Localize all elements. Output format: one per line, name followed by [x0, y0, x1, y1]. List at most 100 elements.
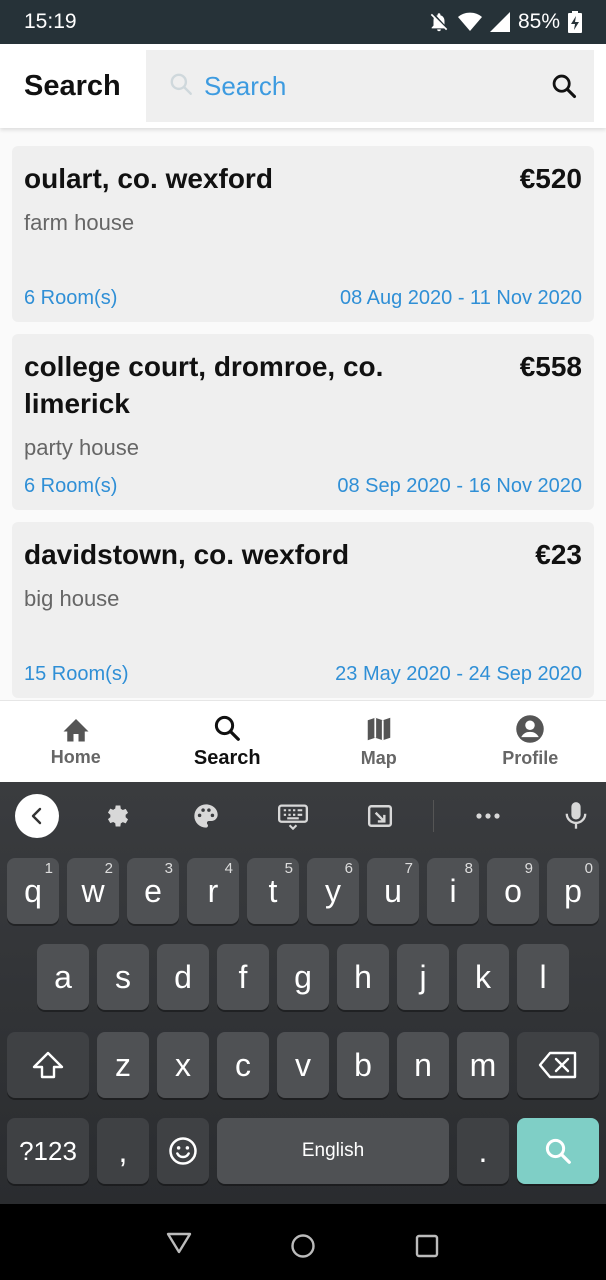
nav-map-label: Map	[360, 748, 397, 768]
toolbar-divider	[433, 800, 434, 832]
settings-button[interactable]	[96, 794, 140, 838]
nav-map[interactable]: Map	[303, 701, 455, 782]
search-hint-icon	[168, 71, 194, 102]
listing-dates: 08 Sep 2020 - 16 Nov 2020	[337, 475, 582, 497]
listing-location: college court, dromroe, co. limerick	[24, 351, 384, 419]
key-p[interactable]: p0	[547, 858, 599, 924]
nav-profile-label: Profile	[502, 748, 559, 768]
more-options-button[interactable]	[466, 794, 510, 838]
status-time: 15:19	[24, 10, 77, 33]
keyboard-collapse-button[interactable]	[15, 794, 59, 838]
notifications-off-icon	[428, 11, 450, 33]
battery-label: 85%	[517, 10, 560, 33]
status-icons: 85%	[428, 10, 582, 34]
key-g[interactable]: g	[277, 944, 329, 1010]
shift-key[interactable]	[7, 1032, 89, 1098]
app-screen: Search oulart, co. wexford €520 farm hou…	[0, 44, 606, 782]
page-title: Search	[24, 69, 121, 102]
system-nav-bar	[0, 1204, 606, 1280]
key-k[interactable]: k	[457, 944, 509, 1010]
space-key[interactable]: English	[217, 1118, 449, 1184]
voice-input-button[interactable]	[554, 794, 598, 838]
backspace-key[interactable]	[517, 1032, 599, 1098]
back-triangle-icon[interactable]	[166, 1232, 192, 1254]
home-icon	[63, 719, 89, 742]
key-e[interactable]: e3	[127, 858, 179, 924]
key-i[interactable]: i8	[427, 858, 479, 924]
listing-dates: 08 Aug 2020 - 11 Nov 2020	[339, 287, 582, 309]
listing-price: €520	[519, 163, 582, 194]
search-icon	[215, 715, 241, 741]
comma-key[interactable]: ,	[97, 1118, 149, 1184]
key-j[interactable]: j	[397, 944, 449, 1010]
profile-icon	[516, 715, 544, 743]
key-o[interactable]: o9	[487, 858, 539, 924]
key-t[interactable]: t5	[247, 858, 299, 924]
listing-rooms: 15 Room(s)	[24, 663, 129, 685]
emoji-key[interactable]	[157, 1118, 209, 1184]
key-u[interactable]: u7	[367, 858, 419, 924]
key-b[interactable]: b	[337, 1032, 389, 1098]
listing-type: farm house	[24, 210, 135, 235]
battery-charging-icon	[568, 11, 582, 33]
key-d[interactable]: d	[157, 944, 209, 1010]
theme-button[interactable]	[184, 794, 228, 838]
symbols-key[interactable]: ?123	[7, 1118, 89, 1184]
listing-type: party house	[24, 435, 139, 460]
key-h[interactable]: h	[337, 944, 389, 1010]
key-z[interactable]: z	[97, 1032, 149, 1098]
key-a[interactable]: a	[37, 944, 89, 1010]
key-c[interactable]: c	[217, 1032, 269, 1098]
soft-keyboard: q1 w2 e3 r4 t5 y6 u7 i8 o9 p0 a s d f g …	[0, 782, 606, 1204]
floating-keyboard-button[interactable]	[358, 794, 402, 838]
palette-icon	[194, 804, 218, 828]
nav-search-label: Search	[193, 747, 261, 769]
key-w[interactable]: w2	[67, 858, 119, 924]
search-input[interactable]	[204, 70, 534, 102]
keyboard-layout-button[interactable]	[271, 794, 315, 838]
bottom-nav: Home Search Map Profile	[0, 700, 606, 782]
period-key[interactable]: .	[457, 1118, 509, 1184]
listing-price: €558	[519, 351, 582, 382]
signal-icon	[489, 12, 510, 32]
key-q[interactable]: q1	[7, 858, 59, 924]
more-horizontal-icon	[476, 813, 500, 819]
listing-rooms: 6 Room(s)	[24, 287, 118, 309]
key-l[interactable]: l	[517, 944, 569, 1010]
listing-card[interactable]: oulart, co. wexford €520 farm house 6 Ro…	[12, 146, 594, 322]
microphone-icon	[565, 802, 587, 829]
listing-location: oulart, co. wexford	[24, 163, 273, 194]
listing-card[interactable]: davidstown, co. wexford €23 big house 15…	[12, 522, 594, 698]
resize-icon	[367, 805, 393, 827]
key-m[interactable]: m	[457, 1032, 509, 1098]
wifi-icon	[457, 12, 482, 32]
key-n[interactable]: n	[397, 1032, 449, 1098]
home-circle-icon[interactable]	[290, 1233, 316, 1259]
map-icon	[367, 717, 390, 741]
status-bar: 15:19 85%	[0, 0, 606, 44]
key-v[interactable]: v	[277, 1032, 329, 1098]
keyboard-icon	[278, 804, 308, 830]
nav-search[interactable]: Search	[152, 701, 304, 782]
key-y[interactable]: y6	[307, 858, 359, 924]
key-x[interactable]: x	[157, 1032, 209, 1098]
gear-icon	[107, 805, 129, 827]
emoji-icon	[169, 1137, 197, 1165]
nav-profile[interactable]: Profile	[455, 701, 606, 782]
search-box[interactable]	[146, 50, 594, 122]
search-icon	[545, 1138, 571, 1164]
backspace-icon	[538, 1051, 577, 1079]
key-f[interactable]: f	[217, 944, 269, 1010]
listing-location: davidstown, co. wexford	[24, 539, 350, 570]
nav-home[interactable]: Home	[0, 701, 152, 782]
search-action-key[interactable]	[517, 1118, 599, 1184]
key-r[interactable]: r4	[187, 858, 239, 924]
listing-type: big house	[24, 586, 120, 611]
listing-card[interactable]: college court, dromroe, co. limerick €55…	[12, 334, 594, 510]
top-bar: Search	[0, 44, 606, 128]
key-s[interactable]: s	[97, 944, 149, 1010]
search-submit-icon[interactable]	[550, 72, 578, 105]
recents-square-icon[interactable]	[415, 1234, 439, 1258]
chevron-left-icon	[31, 807, 42, 825]
keyboard-toolbar	[0, 782, 606, 848]
